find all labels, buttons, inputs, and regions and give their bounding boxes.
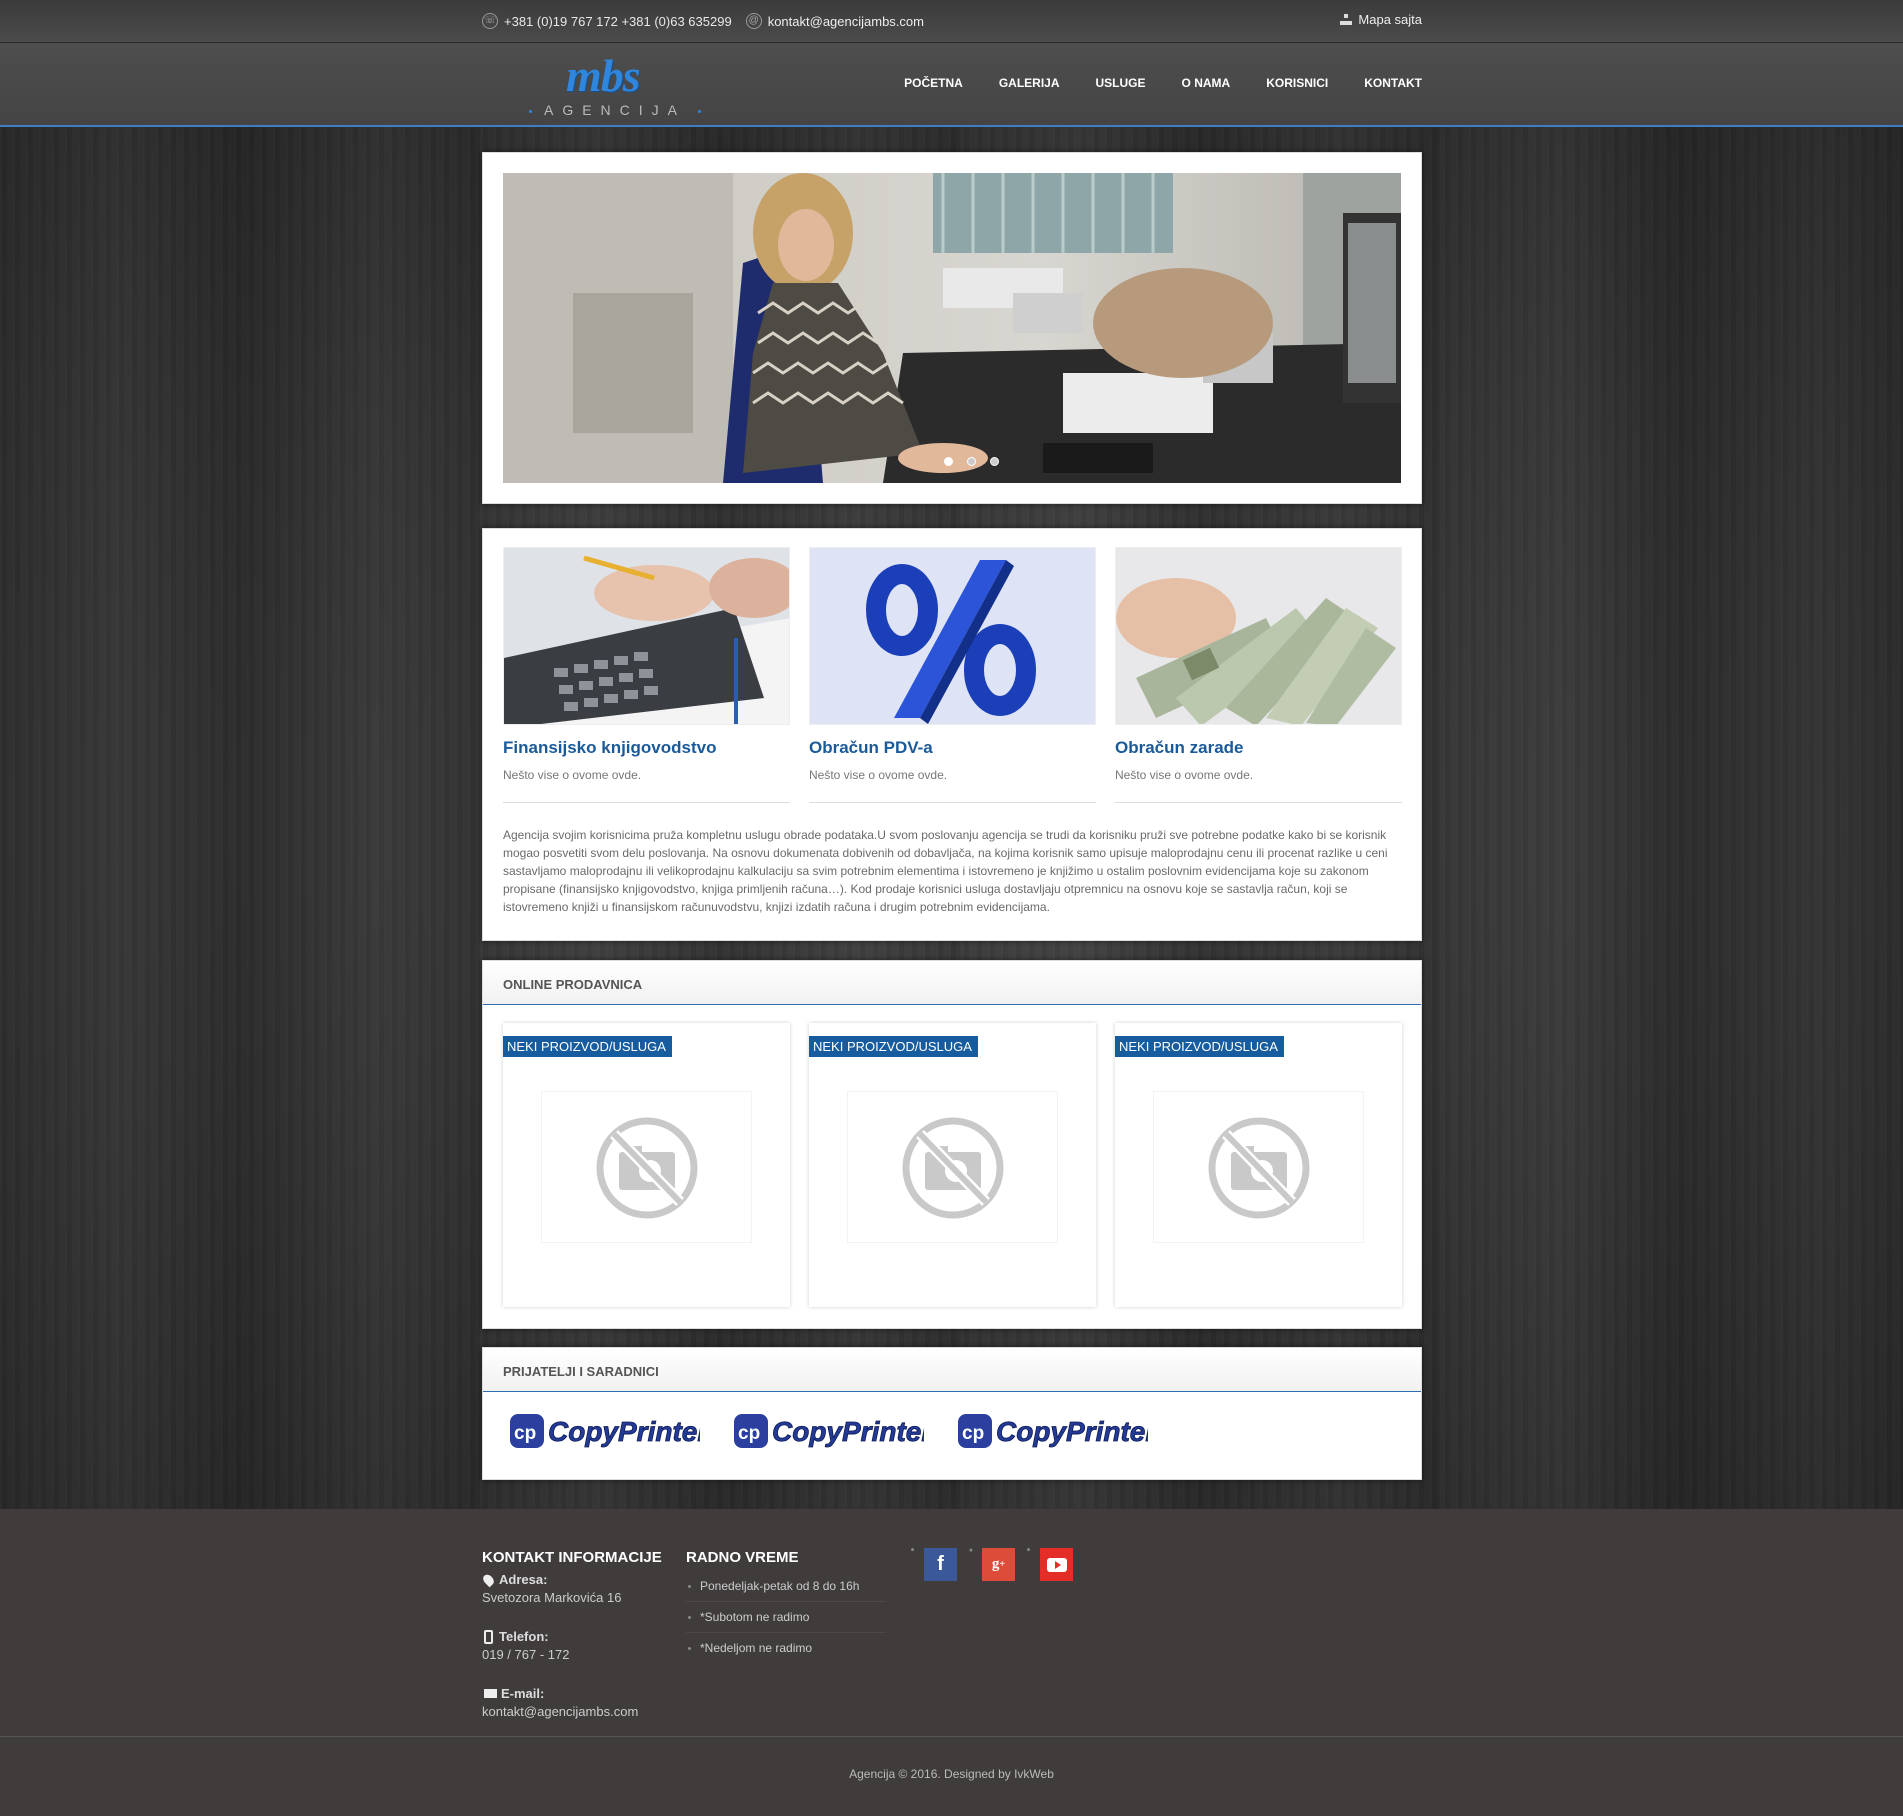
slider-dot-2[interactable] — [967, 457, 976, 466]
partners-title: PRIJATELJI I SARADNICI — [483, 1348, 1421, 1392]
service-image-money[interactable] — [1115, 547, 1402, 725]
service-desc: Nešto vise o ovome ovde. — [1115, 768, 1254, 782]
nav-pocetna[interactable]: POČETNA — [904, 76, 963, 90]
header: mbs AGENCIJA POČETNA GALERIJA USLUGE O N… — [0, 43, 1903, 127]
svg-text:CopyPrinters: CopyPrinters — [772, 1416, 924, 1447]
facebook-icon[interactable]: f — [910, 1540, 957, 1581]
service-image-percent[interactable] — [809, 547, 1096, 725]
nav-kontakt[interactable]: KONTAKT — [1364, 76, 1422, 90]
phone-icon: ☏ — [482, 13, 498, 29]
footer-hours: RADNO VREME Ponedeljak-petak od 8 do 16h… — [686, 1549, 886, 1663]
footer: KONTAKT INFORMACIJE Adresa: Svetozora Ma… — [0, 1509, 1903, 1736]
nav-korisnici[interactable]: KORISNICI — [1266, 76, 1328, 90]
service-card: Finansijsko knjigovodstvo Nešto vise o o… — [503, 547, 790, 803]
product-tag: NEKI PROIZVOD/USLUGA — [503, 1036, 672, 1057]
social-links: f g+ — [899, 1540, 1073, 1581]
no-image-icon — [1153, 1091, 1364, 1243]
copyright-text: Agencija © 2016. Designed by IvkWeb — [849, 1767, 1054, 1781]
footer-email-link[interactable]: kontakt@agencijambs.com — [482, 1704, 672, 1719]
footer-phone: 019 / 767 - 172 — [482, 1647, 570, 1662]
location-pin-icon — [481, 1572, 496, 1587]
services-panel: Finansijsko knjigovodstvo Nešto vise o o… — [482, 528, 1422, 941]
divider — [809, 802, 1096, 803]
nav-usluge[interactable]: USLUGE — [1096, 76, 1146, 90]
product-card[interactable]: NEKI PROIZVOD/USLUGA — [1115, 1023, 1402, 1307]
service-desc: Nešto vise o ovome ovde. — [503, 768, 642, 782]
at-icon: @ — [745, 13, 762, 29]
sitemap-icon — [1340, 13, 1353, 26]
svg-text:cp: cp — [514, 1423, 536, 1444]
divider — [503, 802, 790, 803]
top-contact: ☏ +381 (0)19 767 172 +381 (0)63 635299 @… — [482, 13, 924, 29]
service-card: Obračun zarade Nešto vise o ovome ovde. — [1115, 547, 1402, 803]
service-desc: Nešto vise o ovome ovde. — [809, 768, 948, 782]
slider-panel — [482, 152, 1422, 504]
hours-item: *Nedeljom ne radimo — [686, 1633, 886, 1663]
google-plus-icon[interactable]: g+ — [968, 1540, 1015, 1581]
footer-address: Svetozora Markovića 16 — [482, 1590, 622, 1605]
svg-text:CopyPrinters: CopyPrinters — [548, 1416, 700, 1447]
hours-item: *Subotom ne radimo — [686, 1602, 886, 1633]
partner-logo[interactable]: cp CopyPrinters — [958, 1408, 1172, 1458]
service-title[interactable]: Obračun PDV-a — [809, 738, 1096, 758]
product-card[interactable]: NEKI PROIZVOD/USLUGA — [503, 1023, 790, 1307]
service-title[interactable]: Obračun zarade — [1115, 738, 1402, 758]
sitemap-link[interactable]: Mapa sajta — [1340, 12, 1422, 27]
phone-label: Telefon: — [482, 1629, 672, 1644]
svg-text:cp: cp — [738, 1423, 760, 1444]
slider-dot-3[interactable] — [990, 457, 999, 466]
mobile-icon — [484, 1629, 493, 1644]
envelope-icon — [484, 1689, 497, 1698]
footer-hours-title: RADNO VREME — [686, 1549, 799, 1566]
partner-logo[interactable]: cp CopyPrinters — [734, 1408, 948, 1458]
top-bar: ☏ +381 (0)19 767 172 +381 (0)63 635299 @… — [0, 0, 1903, 43]
main-nav: POČETNA GALERIJA USLUGE O NAMA KORISNICI… — [868, 76, 1422, 90]
service-card: Obračun PDV-a Nešto vise o ovome ovde. — [809, 547, 1096, 803]
address-label: Adresa: — [481, 1572, 672, 1587]
copyright-bar: Agencija © 2016. Designed by IvkWeb — [0, 1736, 1903, 1816]
hours-item: Ponedeljak-petak od 8 do 16h — [686, 1571, 886, 1602]
slider-dot-1[interactable] — [944, 457, 953, 466]
services-description: Agencija svojim korisnicima pruža komple… — [503, 828, 1388, 914]
svg-text:CopyPrinters: CopyPrinters — [996, 1416, 1148, 1447]
divider — [1115, 802, 1402, 803]
footer-contact: KONTAKT INFORMACIJE Adresa: Svetozora Ma… — [481, 1549, 672, 1719]
nav-o-nama[interactable]: O NAMA — [1182, 76, 1231, 90]
nav-galerija[interactable]: GALERIJA — [999, 76, 1060, 90]
logo-sub: AGENCIJA — [520, 102, 710, 118]
email-label: E-mail: — [482, 1686, 672, 1701]
no-image-icon — [847, 1091, 1058, 1243]
top-phone: +381 (0)19 767 172 +381 (0)63 635299 — [504, 13, 732, 29]
product-tag: NEKI PROIZVOD/USLUGA — [1115, 1036, 1284, 1057]
sitemap-label: Mapa sajta — [1358, 12, 1422, 27]
svg-text:cp: cp — [962, 1423, 984, 1444]
shop-panel: ONLINE PRODAVNICA NEKI PROIZVOD/USLUGA N… — [482, 960, 1422, 1329]
no-image-icon — [541, 1091, 752, 1243]
service-image-calculator[interactable] — [503, 547, 790, 725]
partners-panel: PRIJATELJI I SARADNICI cp CopyPrinters c… — [482, 1347, 1422, 1480]
top-email-link[interactable]: kontakt@agencijambs.com — [768, 14, 924, 29]
slider-dots — [944, 457, 999, 466]
service-title[interactable]: Finansijsko knjigovodstvo — [503, 738, 790, 758]
footer-contact-title: KONTAKT INFORMACIJE — [482, 1549, 662, 1566]
logo-brand: mbs — [566, 50, 641, 101]
shop-title: ONLINE PRODAVNICA — [483, 961, 1421, 1005]
product-tag: NEKI PROIZVOD/USLUGA — [809, 1036, 978, 1057]
partner-logo[interactable]: cp CopyPrinters — [510, 1408, 724, 1458]
logo[interactable]: mbs AGENCIJA — [520, 50, 710, 123]
product-card[interactable]: NEKI PROIZVOD/USLUGA — [809, 1023, 1096, 1307]
youtube-icon[interactable] — [1026, 1540, 1073, 1581]
slider-image — [503, 173, 1401, 483]
